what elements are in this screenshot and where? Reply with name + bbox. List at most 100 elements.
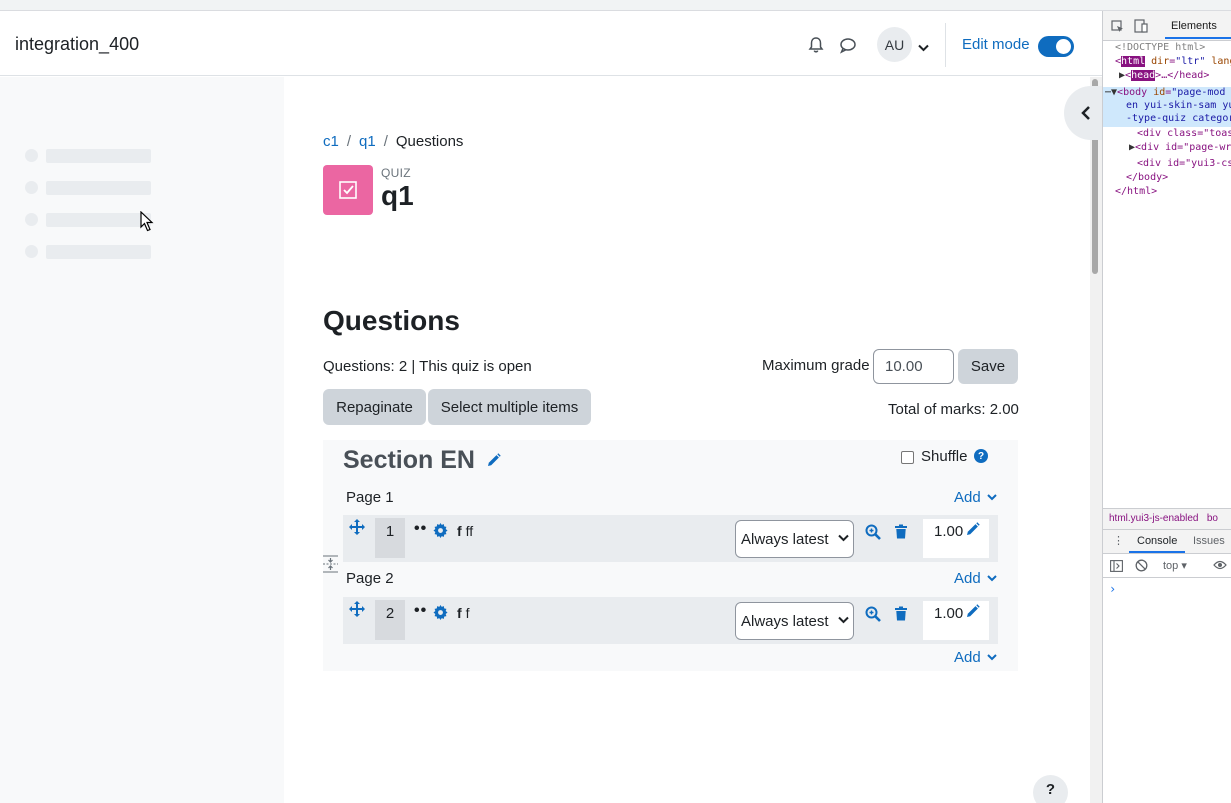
add-label[interactable]: Add (954, 649, 981, 666)
preview-magnifier-icon[interactable] (865, 524, 881, 545)
body-attr: id (1153, 87, 1166, 98)
dom-node-line[interactable]: <html dir="ltr" lang (1115, 56, 1231, 67)
add-question-menu[interactable]: Add (954, 649, 997, 666)
dom-node-line[interactable]: en yui-skin-sam yu (1126, 100, 1231, 111)
top-navbar: integration_400 AU Edit mode (0, 11, 1102, 76)
help-question-icon[interactable]: ? (974, 449, 988, 463)
placeholder-dot (25, 149, 38, 162)
crumb-html[interactable]: html.yui3-js-enabled (1109, 513, 1199, 524)
question-name[interactable]: f ff (457, 523, 473, 539)
pencil-edit-icon[interactable] (965, 604, 980, 624)
browser-tab-strip (0, 0, 1231, 11)
question-name-text: ff (465, 523, 474, 539)
page-break-icon[interactable] (322, 555, 339, 578)
chevron-down-icon[interactable] (918, 39, 929, 57)
help-floating-button[interactable]: ? (1033, 775, 1068, 803)
dom-node-line[interactable]: <div class="toas (1137, 128, 1231, 139)
add-question-menu[interactable]: Add (954, 570, 997, 587)
breadcrumb-quiz[interactable]: q1 (359, 133, 376, 150)
console-tab[interactable]: Console (1137, 535, 1177, 547)
user-avatar[interactable]: AU (877, 27, 912, 62)
placeholder-bar (46, 245, 151, 259)
trash-icon[interactable] (894, 524, 908, 544)
html-attr: dir (1151, 56, 1170, 67)
html-val: "ltr" (1175, 56, 1206, 67)
move-arrows-icon[interactable] (348, 518, 366, 541)
page-scrollbar[interactable] (1090, 77, 1102, 803)
shuffle-checkbox[interactable] (901, 451, 914, 464)
devtools-tab-bar: Elements (1103, 11, 1231, 41)
devtools-breadcrumb: html.yui3-js-enabled bo (1103, 508, 1231, 530)
html-tag: html (1121, 56, 1146, 67)
expand-triangle-icon[interactable]: ▶ (1119, 70, 1125, 81)
chevron-down-icon (986, 575, 997, 582)
trash-icon[interactable] (894, 606, 908, 626)
head-rest: …</head> (1161, 70, 1210, 81)
questions-heading: Questions (323, 305, 460, 336)
move-arrows-icon[interactable] (348, 600, 366, 623)
chevron-down-icon (986, 494, 997, 501)
dom-node-line[interactable]: <!DOCTYPE html> (1115, 42, 1205, 53)
page-label: Page 1 (346, 489, 394, 506)
inspect-element-icon[interactable] (1111, 20, 1124, 33)
dom-node-line[interactable]: -type-quiz categor (1126, 113, 1231, 124)
question-version-select[interactable]: Always latest (735, 520, 854, 558)
question-version-select[interactable]: Always latest (735, 602, 854, 640)
placeholder-bar (46, 213, 151, 227)
active-tab-indicator (1129, 551, 1185, 553)
question-name[interactable]: ff (457, 605, 470, 621)
gear-icon[interactable] (433, 605, 448, 625)
console-prompt[interactable]: › (1109, 582, 1116, 596)
maximum-grade-label: Maximum grade (762, 357, 870, 374)
messages-chat-icon[interactable] (838, 35, 858, 55)
body-val: "page-mod (1171, 87, 1226, 98)
maximum-grade-input[interactable] (873, 349, 954, 384)
mouse-cursor-icon (140, 210, 154, 237)
dom-node-line[interactable]: ⋯▼<body id="page-mod (1105, 87, 1225, 98)
sidebar-toggle-icon[interactable] (1110, 560, 1123, 572)
issues-tab[interactable]: Issues (1193, 535, 1225, 547)
dom-node-line[interactable]: </body> (1126, 172, 1168, 183)
question-type-dots: •• (414, 602, 428, 619)
crumb-body[interactable]: bo (1207, 513, 1218, 524)
notifications-bell-icon[interactable] (806, 35, 826, 55)
pencil-edit-icon[interactable] (486, 453, 501, 473)
devtools-panel: Elements <!DOCTYPE html> <html dir="ltr"… (1102, 11, 1231, 803)
section-title: Section EN (343, 446, 475, 474)
breadcrumb-course[interactable]: c1 (323, 133, 339, 150)
preview-magnifier-icon[interactable] (865, 606, 881, 627)
site-name[interactable]: integration_400 (15, 34, 139, 55)
dom-node-line[interactable]: <div id="yui3-cs (1137, 158, 1231, 169)
edit-mode-label[interactable]: Edit mode (962, 36, 1030, 53)
shuffle-label: Shuffle (921, 448, 968, 465)
save-button[interactable]: Save (958, 349, 1018, 384)
collapse-triangle-icon[interactable]: ⋯▼ (1105, 87, 1117, 98)
add-label[interactable]: Add (954, 570, 981, 587)
clear-console-icon[interactable] (1135, 559, 1148, 572)
question-number: 1 (375, 518, 405, 558)
question-name-text: f (465, 605, 470, 621)
eye-icon[interactable] (1213, 560, 1227, 570)
device-toggle-icon[interactable] (1134, 19, 1148, 33)
context-selector[interactable]: top ▾ (1163, 559, 1187, 572)
page-title: q1 (381, 180, 414, 211)
body-tag: <body (1117, 87, 1148, 98)
devtools-tab-elements[interactable]: Elements (1171, 20, 1217, 32)
pencil-edit-icon[interactable] (965, 522, 980, 542)
chevron-down-icon (986, 654, 997, 661)
dom-node-line[interactable]: </html> (1115, 186, 1157, 197)
edit-mode-toggle[interactable] (1038, 36, 1074, 57)
add-question-menu[interactable]: Add (954, 489, 997, 506)
question-number: 2 (375, 600, 405, 640)
select-multiple-items-button[interactable]: Select multiple items (428, 389, 591, 425)
placeholder-dot (25, 213, 38, 226)
question-type-glyph: f (457, 605, 462, 621)
gear-icon[interactable] (433, 523, 448, 543)
dom-node-line[interactable]: ▶<div id="page-wr (1129, 142, 1231, 153)
body-line2: en yui-skin-sam yu (1126, 100, 1231, 111)
dom-node-line[interactable]: ▶<head>…</head> (1119, 70, 1209, 81)
repaginate-button[interactable]: Repaginate (323, 389, 426, 425)
more-tools-icon[interactable]: ⋮ (1113, 534, 1124, 547)
body-line3: -type-quiz categor (1126, 113, 1231, 124)
add-label[interactable]: Add (954, 489, 981, 506)
